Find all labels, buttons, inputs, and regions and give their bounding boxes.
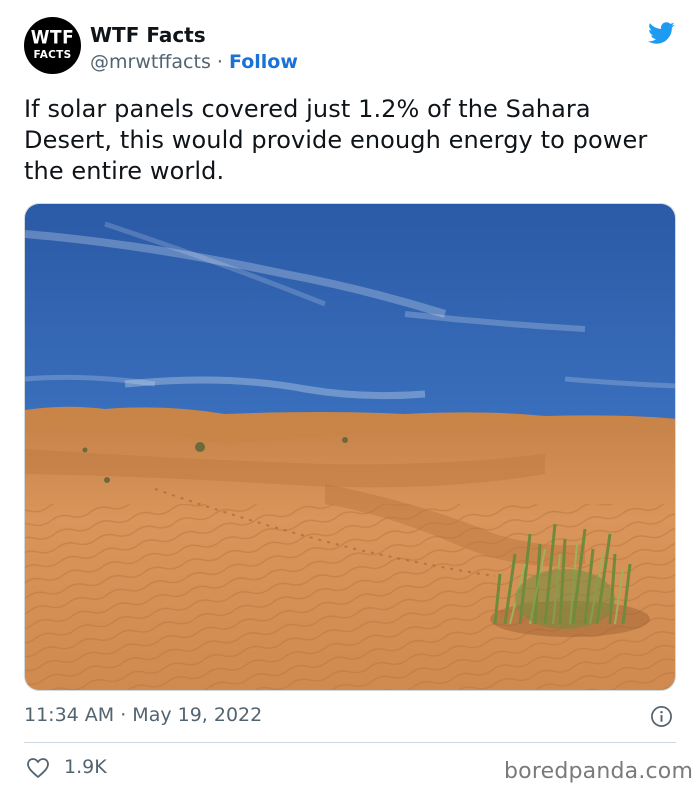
- tweet-text: If solar panels covered just 1.2% of the…: [24, 95, 648, 185]
- author-handle[interactable]: @mrwtffacts: [90, 51, 211, 73]
- like-count[interactable]: 1.9K: [64, 756, 107, 778]
- follow-link[interactable]: Follow: [229, 51, 298, 73]
- divider: [24, 742, 676, 743]
- watermark: boredpanda.com: [504, 759, 694, 784]
- twitter-bird-icon[interactable]: [645, 19, 677, 47]
- handle-separator: ·: [216, 51, 229, 73]
- avatar-text-line1: WTF: [30, 27, 75, 50]
- author-handle-row: @mrwtffacts · Follow: [90, 51, 298, 73]
- heart-icon[interactable]: [26, 757, 50, 779]
- tweet-embed: WTF FACTS WTF Facts @mrwtffacts · Follow…: [0, 0, 700, 795]
- tweet-timestamp[interactable]: 11:34 AM · May 19, 2022: [24, 704, 262, 726]
- info-icon[interactable]: [650, 705, 673, 728]
- sahara-desert-photo: [25, 204, 675, 690]
- author-display-name[interactable]: WTF Facts: [90, 23, 206, 47]
- avatar[interactable]: WTF FACTS: [24, 17, 81, 74]
- avatar-text-line2: FACTS: [33, 49, 72, 62]
- tweet-photo[interactable]: [24, 203, 676, 691]
